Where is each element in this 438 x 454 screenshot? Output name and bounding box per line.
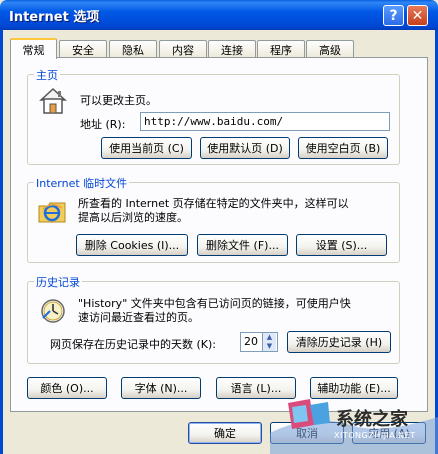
delete-files-button[interactable]: 删除文件 (F)...: [197, 234, 288, 256]
ie-folder-icon: [38, 202, 66, 223]
colors-button[interactable]: 颜色 (O)...: [27, 377, 107, 399]
settings-button[interactable]: 设置 (S)...: [296, 234, 387, 256]
history-legend: 历史记录: [34, 274, 82, 290]
close-icon: ✕: [411, 7, 424, 24]
title-bar[interactable]: Internet 选项 ? ✕: [0, 0, 438, 30]
help-button[interactable]: ?: [383, 5, 404, 26]
chevron-down-icon[interactable]: ▼: [263, 342, 276, 351]
chevron-up-icon[interactable]: ▲: [263, 333, 276, 342]
tab-advanced[interactable]: 高级: [306, 40, 354, 58]
watermark-url: XITONGZHIJIA.NET: [334, 431, 416, 440]
fonts-button[interactable]: 字体 (N)...: [121, 377, 201, 399]
home-page-legend: 主页: [34, 67, 60, 83]
tab-privacy[interactable]: 隐私: [109, 40, 157, 58]
tab-content[interactable]: 内容: [159, 40, 207, 58]
question-icon: ?: [389, 7, 398, 24]
close-button[interactable]: ✕: [407, 5, 428, 26]
history-days-spin[interactable]: ▲ ▼: [262, 333, 276, 351]
site-watermark: 系统之家 XITONGZHIJIA.NET: [270, 395, 438, 454]
use-current-page-button[interactable]: 使用当前页 (C): [101, 137, 192, 159]
history-days-label: 网页保存在历史记录中的天数 (K):: [50, 338, 216, 351]
tab-security[interactable]: 安全: [59, 40, 107, 58]
watermark-name: 系统之家: [336, 409, 408, 430]
history-clock-icon: [41, 299, 65, 323]
temp-files-description-2: 提高以后浏览的速度。: [78, 211, 188, 224]
home-icon: [39, 87, 67, 114]
delete-cookies-button[interactable]: 删除 Cookies (I)...: [76, 234, 188, 256]
clear-history-button[interactable]: 清除历史记录 (H): [287, 331, 391, 353]
tab-general[interactable]: 常规: [10, 38, 57, 59]
tab-programs[interactable]: 程序: [257, 40, 305, 58]
address-label: 地址 (R):: [80, 118, 126, 131]
temp-files-legend: Internet 临时文件: [34, 175, 130, 191]
address-input[interactable]: http://www.baidu.com/: [140, 112, 390, 131]
home-description: 可以更改主页。: [80, 94, 157, 107]
history-description-2: 速访问最近查看过的页。: [78, 311, 199, 324]
history-days-value: 20: [244, 335, 258, 348]
tab-connections[interactable]: 连接: [208, 40, 256, 58]
ok-button[interactable]: 确定: [188, 422, 262, 444]
use-blank-page-button[interactable]: 使用空白页 (B): [298, 137, 388, 159]
use-default-page-button[interactable]: 使用默认页 (D): [200, 137, 290, 159]
window-title: Internet 选项: [9, 10, 100, 25]
